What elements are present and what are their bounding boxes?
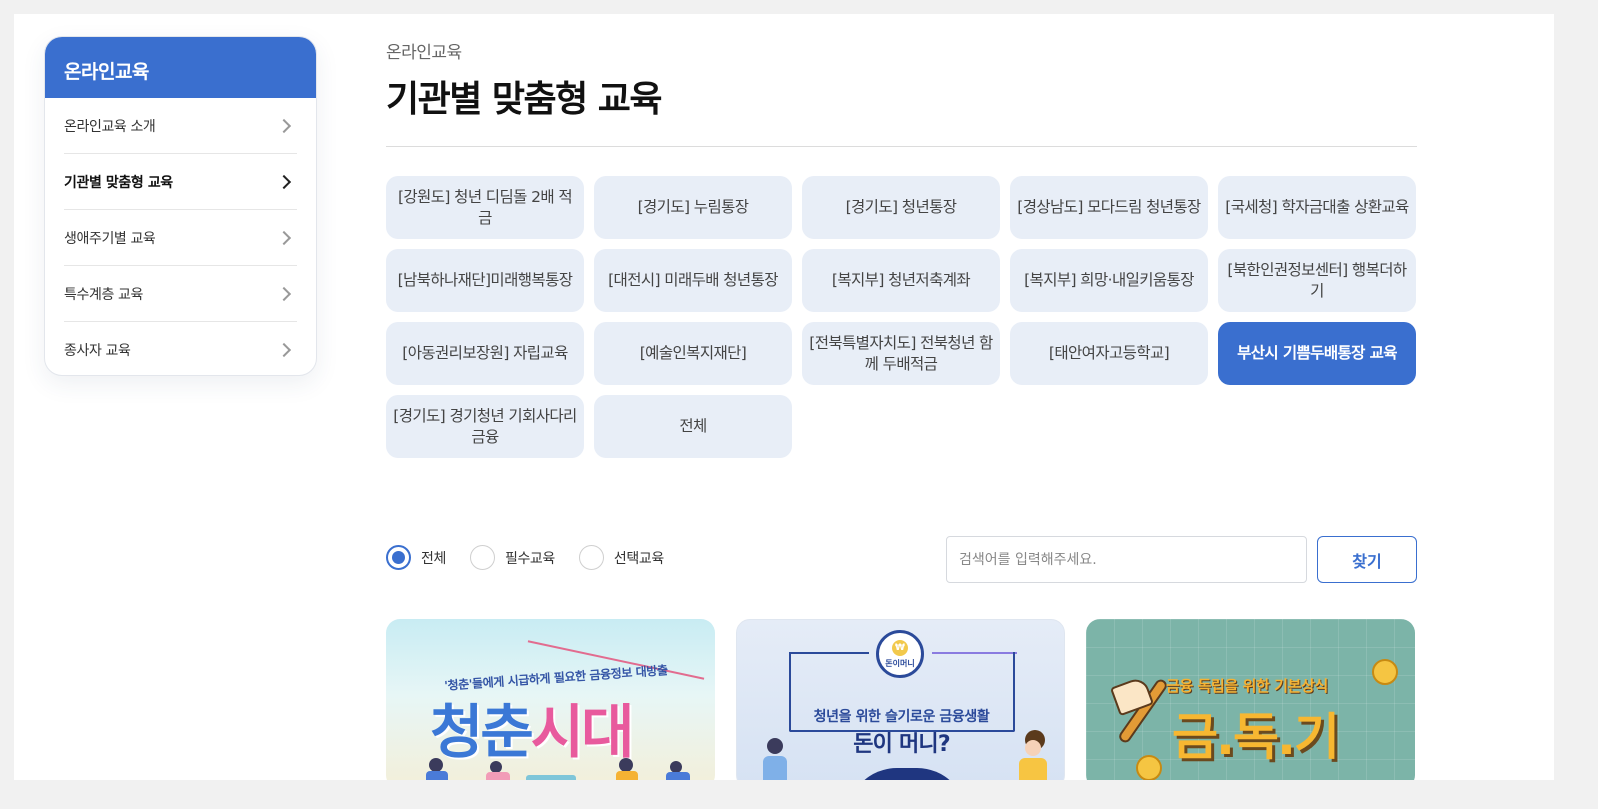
filter-radio-group: 전체 필수교육 선택교육 [386,545,688,570]
sidebar-item-label: 특수계층 교육 [64,286,143,303]
category-button[interactable]: [경기도] 경기청년 기회사다리금융 [386,395,584,458]
category-button[interactable]: [복지부] 희망·내일키움통장 [1010,249,1208,312]
coin-icon [1136,755,1162,780]
card-subtitle: 금융 독립을 위한 기본상식 [1166,677,1328,695]
chevron-right-icon [276,286,292,301]
person-left-icon [763,738,787,780]
filter-radio-option[interactable]: 전체 [386,545,446,570]
category-button[interactable]: [강원도] 청년 디딤돌 2배 적금 [386,176,584,239]
card-title: 금.독.기 [1172,708,1340,766]
chevron-right-icon [276,174,292,189]
category-button[interactable]: [복지부] 청년저축계좌 [802,249,1000,312]
chevron-right-icon [276,230,292,245]
sidebar-item-label: 생애주기별 교육 [64,230,156,247]
sidebar-item-label: 온라인교육 소개 [64,118,156,135]
money-badge-icon: ₩ 돈이머니 [876,630,924,678]
category-button[interactable]: [태안여자고등학교] [1010,322,1208,385]
chevron-right-icon [276,118,292,133]
filter-radio-option[interactable]: 필수교육 [469,545,555,570]
wave-decoration [847,768,967,780]
divider [386,146,1417,147]
radio-circle-icon[interactable] [386,545,411,570]
category-button[interactable]: [전북특별자치도] 전북청년 함께 두배적금 [802,322,1000,385]
radio-circle-icon[interactable] [578,545,604,570]
radio-label: 전체 [421,550,446,567]
category-button[interactable]: [경기도] 누림통장 [594,176,792,239]
sidebar-list: 온라인교육 소개기관별 맞춤형 교육생애주기별 교육특수계층 교육종사자 교육 [45,98,316,375]
radio-circle-icon[interactable] [469,545,495,570]
sidebar-item-label: 종사자 교육 [64,343,131,359]
coin-icon [1372,659,1398,685]
radio-label: 선택교육 [613,550,664,567]
category-grid: [강원도] 청년 디딤돌 2배 적금 [경기도] 누림통장 [경기도] 청년통장 [경… [386,176,1418,458]
sidebar-item[interactable]: 온라인교육 소개 [64,98,297,154]
category-button[interactable]: 전체 [594,395,792,458]
page-frame: 온라인교육 온라인교육 소개 기관별 맞춤형 교육 생애주기별 교육 특수계층 교육 종… [14,14,1554,780]
course-card-money[interactable]: ₩ 돈이머니 청년을 위한 슬기로운 금융생활 돈이 머니? [736,619,1065,780]
person-right-icon [1019,730,1047,780]
category-button[interactable]: [남북하나재단]미래행복통장 [386,249,584,312]
sidebar-item[interactable]: 특수계층 교육 [64,266,297,322]
radio-label: 필수교육 [504,550,555,567]
category-button[interactable]: [경기도] 청년통장 [802,176,1000,239]
sidebar-item[interactable]: 생애주기별 교육 [64,210,297,266]
category-button[interactable]: [대전시] 미래두배 청년통장 [594,249,792,312]
chevron-right-icon [276,342,292,358]
course-card-financial-independence[interactable]: 금융 독립을 위한 기본상식 금.독.기 [1086,619,1415,780]
badge-label: 돈이머니 [885,658,915,668]
sidebar-nav: 온라인교육 온라인교육 소개기관별 맞춤형 교육생애주기별 교육특수계층 교육종… [44,36,317,376]
category-button[interactable]: [아동권리보장원] 자립교육 [386,322,584,385]
course-card-youth-era[interactable]: '청춘'들에게 시급하게 필요한 금융정보 대방출 청춘시대 [386,619,715,780]
filter-radio-option[interactable]: 선택교육 [578,545,664,570]
page-title: 기관별 맞춤형 교육 [386,79,663,120]
sidebar-header: 온라인교육 [45,37,316,98]
category-button[interactable]: [북한인권정보센터] 행복더하기 [1218,249,1416,312]
people-illustration-icon [426,758,690,780]
sidebar-item[interactable]: 종사자 교육 [64,322,297,375]
category-button[interactable]: [국세청] 학자금대출 상환교육 [1218,176,1416,239]
breadcrumb: 온라인교육 [386,43,462,63]
sidebar-item[interactable]: 기관별 맞춤형 교육 [64,154,297,210]
sidebar-item-label: 기관별 맞춤형 교육 [64,174,173,191]
category-button[interactable]: [경상남도] 모다드림 청년통장 [1010,176,1208,239]
category-button[interactable]: 부산시 기쁨두배통장 교육 [1218,322,1416,385]
search-button[interactable]: 찾기 [1317,536,1417,583]
search-input[interactable] [946,536,1307,583]
category-button[interactable]: [예술인복지재단] [594,322,792,385]
